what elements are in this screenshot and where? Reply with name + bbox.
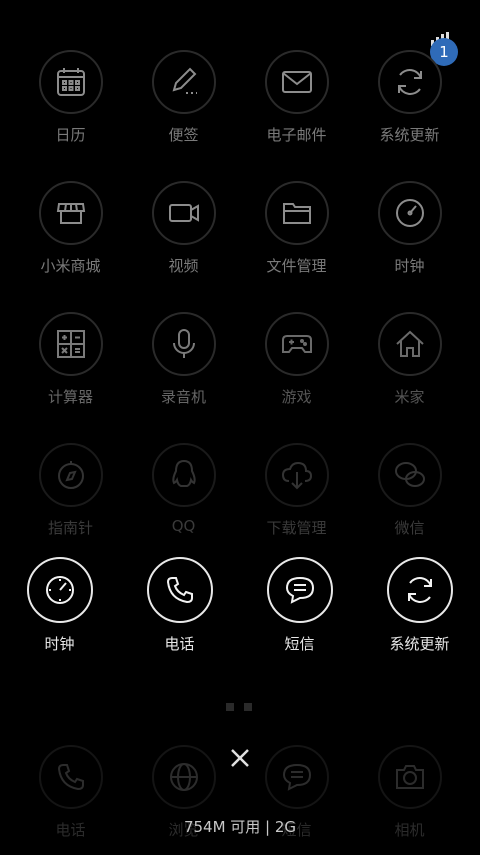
app-calculator[interactable]: 计算器 [14,312,127,422]
app-label: 日历 [55,126,86,144]
app-mail[interactable]: 电子邮件 [240,50,353,160]
app-system-update[interactable]: 系统更新 [353,50,466,160]
video-camera-icon [168,204,199,222]
dock-messages[interactable]: 短信 [240,745,353,855]
app-notes[interactable]: 便签 [127,50,240,160]
app-label: 游戏 [281,388,312,406]
message-icon [282,763,311,791]
app-calendar[interactable]: 日历 [14,50,127,160]
app-label: 下载管理 [266,519,327,537]
calculator-icon [56,330,85,358]
refresh-icon [397,69,422,95]
dock-phone[interactable]: 电话 [14,745,127,855]
page-dot [244,703,252,711]
camera-icon [395,765,424,789]
app-mi-store[interactable]: 小米商城 [14,181,127,291]
recent-app-phone[interactable]: 电话 [123,557,236,667]
app-label: 时钟 [394,257,425,275]
home-icon [395,330,424,357]
app-qq[interactable]: QQ [127,443,240,553]
page-dot [226,703,234,711]
app-clock[interactable]: 时钟 [353,181,466,291]
app-label: 微信 [394,519,425,537]
app-wechat[interactable]: 微信 [353,443,466,553]
gamepad-icon [281,335,312,353]
memory-status: 754M 可用 | 2G [183,818,297,836]
compass-icon [57,461,84,489]
app-label: 录音机 [160,388,206,406]
app-label: 便签 [168,126,199,144]
page-indicator [226,703,252,711]
cloud-download-icon [281,461,312,490]
phone-icon [57,764,84,791]
app-label: 系统更新 [379,126,440,144]
app-recorder[interactable]: 录音机 [127,312,240,422]
app-label: 小米商城 [40,257,101,275]
clock-icon [395,199,424,227]
store-icon [56,203,85,224]
recent-apps-row: 时钟 电话 短信 系统更新 [0,557,480,667]
recent-app-system-update[interactable]: 系统更新 [363,557,476,667]
app-row-3: 计算器 录音机 游戏 米家 [0,312,480,422]
app-file-manager[interactable]: 文件管理 [240,181,353,291]
app-label: QQ [171,517,196,535]
globe-icon [169,763,198,791]
app-compass[interactable]: 指南针 [14,443,127,553]
message-icon [285,576,314,604]
app-label: 文件管理 [266,257,327,275]
app-label: 电子邮件 [266,126,327,144]
app-video[interactable]: 视频 [127,181,240,291]
app-label: 指南针 [47,519,93,537]
app-label: 计算器 [47,388,93,406]
calendar-icon [56,68,85,96]
phone-icon [166,577,193,604]
refresh-icon [407,577,432,603]
qq-penguin-icon [171,459,196,487]
app-label: 时钟 [44,635,75,653]
app-label: 系统更新 [389,635,450,653]
clear-all-button[interactable] [226,744,254,772]
mail-icon [281,71,312,93]
notes-pencil-icon [172,67,197,94]
wechat-icon [394,462,425,487]
clock-icon [45,576,74,604]
folder-icon [282,203,311,224]
app-download-manager[interactable]: 下载管理 [240,443,353,553]
dock-camera[interactable]: 相机 [353,745,466,855]
app-row-4: 指南针 QQ 下载管理 微信 [0,443,480,553]
app-row-2: 小米商城 视频 文件管理 时钟 [0,181,480,291]
microphone-icon [172,329,195,358]
app-row-1: 日历 便签 电子邮件 系统更新 [0,50,480,160]
close-icon [231,749,249,767]
app-label: 米家 [394,388,425,406]
app-label: 短信 [284,635,315,653]
app-label: 视频 [168,257,199,275]
recent-app-messages[interactable]: 短信 [243,557,356,667]
recent-app-clock[interactable]: 时钟 [3,557,116,667]
app-mijia[interactable]: 米家 [353,312,466,422]
dock-browser[interactable]: 浏览 [127,745,240,855]
app-games[interactable]: 游戏 [240,312,353,422]
app-label: 电话 [164,635,195,653]
